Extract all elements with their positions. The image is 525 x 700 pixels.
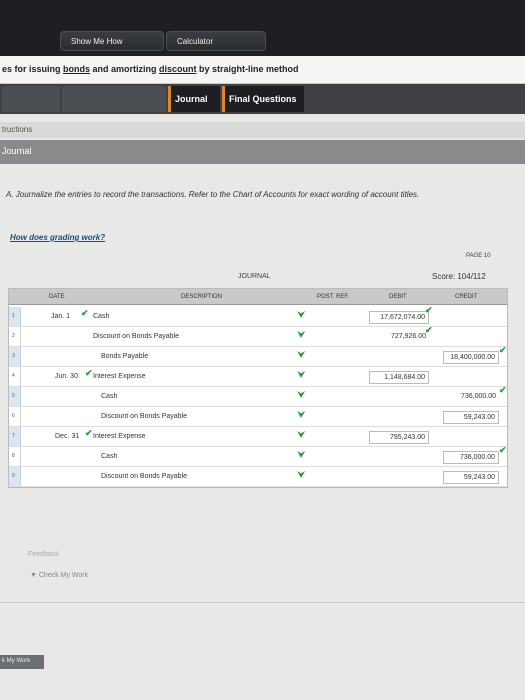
check-my-work-toggle[interactable]: ▼ Check My Work <box>30 572 88 579</box>
description-cell[interactable]: Cash <box>93 313 109 320</box>
top-toolbar: Show Me How Calculator <box>0 0 525 56</box>
credit-input[interactable] <box>443 371 499 384</box>
page-number: PAGE 10 <box>466 253 491 259</box>
debit-input[interactable] <box>369 411 429 424</box>
chevron-down-icon[interactable]: ⮟ <box>297 391 306 401</box>
table-row: 4 Jun. 30 ✔ Interest Expense ⮟ 1,148,684… <box>9 367 507 387</box>
credit-input[interactable]: 736,000.00 <box>443 451 499 464</box>
row-number: 9 <box>9 467 21 486</box>
tab-journal[interactable]: Journal <box>168 86 220 112</box>
title-prefix: es for issuing <box>2 64 64 74</box>
journal-title: JOURNAL <box>238 273 271 280</box>
debit-input[interactable]: 795,243.00 <box>369 431 429 444</box>
debit-input[interactable] <box>369 351 429 364</box>
chevron-down-icon[interactable]: ⮟ <box>297 431 306 441</box>
chevron-down-icon[interactable]: ⮟ <box>297 351 306 361</box>
check-icon: ✔ <box>85 428 93 438</box>
check-icon: ✔ <box>81 308 89 318</box>
row-number: 4 <box>9 367 21 386</box>
debit-input[interactable]: 727,926.00 <box>369 331 429 344</box>
description-cell[interactable]: Bonds Payable <box>101 353 148 360</box>
credit-input[interactable] <box>443 311 499 324</box>
check-my-work-button[interactable]: k My Work <box>0 655 44 669</box>
chevron-down-icon[interactable]: ⮟ <box>297 451 306 461</box>
debit-input[interactable] <box>369 451 429 464</box>
assignment-title: es for issuing bonds and amortizing disc… <box>2 64 299 74</box>
date-cell[interactable]: Jun. 30 <box>55 373 78 380</box>
calculator-button[interactable]: Calculator <box>166 31 266 51</box>
row-number: 2 <box>9 327 21 346</box>
debit-input[interactable] <box>369 391 429 404</box>
chevron-down-icon[interactable]: ⮟ <box>297 471 306 481</box>
credit-input[interactable]: 59,243.00 <box>443 411 499 424</box>
journal-instruction: A. Journalize the entries to record the … <box>6 190 420 199</box>
journal-table: DATE DESCRIPTION POST. REF. DEBIT CREDIT… <box>8 288 508 488</box>
credit-input[interactable] <box>443 431 499 444</box>
divider <box>0 602 525 603</box>
title-discount-link[interactable]: discount <box>159 64 197 74</box>
row-number: 6 <box>9 407 21 426</box>
check-icon: ✔ <box>499 385 507 395</box>
column-credit: CREDIT <box>455 294 478 300</box>
chevron-down-icon[interactable]: ⮟ <box>297 311 306 321</box>
credit-input[interactable]: 736,000.00 <box>443 391 499 404</box>
description-cell[interactable]: Discount on Bonds Payable <box>101 413 187 420</box>
description-cell[interactable]: Cash <box>101 453 117 460</box>
assignment-title-bar: es for issuing bonds and amortizing disc… <box>0 56 525 84</box>
debit-input[interactable]: 1,148,684.00 <box>369 371 429 384</box>
table-row: 7 Dec. 31 ✔ Interest Expense ⮟ 795,243.0… <box>9 427 507 447</box>
row-number: 8 <box>9 447 21 466</box>
instructions-section-header[interactable]: tructions <box>0 122 525 138</box>
table-row: 1 Jan. 1 ✔ Cash ⮟ 17,672,074.00 ✔ <box>9 305 507 327</box>
tab-chart-of-accounts[interactable] <box>62 86 166 112</box>
check-icon: ✔ <box>425 325 433 335</box>
column-debit: DEBIT <box>389 294 407 300</box>
credit-input[interactable]: 18,400,000.00 <box>443 351 499 364</box>
journal-table-header: DATE DESCRIPTION POST. REF. DEBIT CREDIT <box>9 289 507 305</box>
column-description: DESCRIPTION <box>181 294 223 300</box>
date-cell[interactable]: Jan. 1 <box>51 313 70 320</box>
feedback-label: Feedback <box>28 551 59 558</box>
description-cell[interactable]: Interest Expense <box>93 433 146 440</box>
debit-input[interactable]: 17,672,074.00 <box>369 311 429 324</box>
chevron-down-icon[interactable]: ⮟ <box>297 371 306 381</box>
check-icon: ✔ <box>499 445 507 455</box>
title-suffix: by straight-line method <box>196 64 299 74</box>
tab-instructions[interactable] <box>2 86 60 112</box>
tab-bar: Journal Final Questions <box>0 84 525 114</box>
column-post-ref: POST. REF. <box>317 294 350 300</box>
credit-input[interactable] <box>443 331 499 344</box>
table-row: 8 Cash ⮟ 736,000.00 ✔ <box>9 445 507 467</box>
chevron-down-icon[interactable]: ⮟ <box>297 331 306 341</box>
row-number: 5 <box>9 387 21 406</box>
description-cell[interactable]: Discount on Bonds Payable <box>93 333 179 340</box>
show-me-how-button[interactable]: Show Me How <box>60 31 164 51</box>
table-row: 2 Discount on Bonds Payable ⮟ 727,926.00… <box>9 325 507 347</box>
title-bonds-link[interactable]: bonds <box>63 64 90 74</box>
description-cell[interactable]: Discount on Bonds Payable <box>101 473 187 480</box>
table-row: 9 Discount on Bonds Payable ⮟ 59,243.00 <box>9 467 507 487</box>
grading-help-link[interactable]: How does grading work? <box>10 233 105 242</box>
debit-input[interactable] <box>369 471 429 484</box>
row-number: 3 <box>9 347 21 366</box>
description-cell[interactable]: Interest Expense <box>93 373 146 380</box>
description-cell[interactable]: Cash <box>101 393 117 400</box>
table-row: 3 Bonds Payable ⮟ 18,400,000.00 ✔ <box>9 345 507 367</box>
title-middle: and amortizing <box>90 64 160 74</box>
date-cell[interactable]: Dec. 31 <box>55 433 79 440</box>
table-row: 6 Discount on Bonds Payable ⮟ 59,243.00 <box>9 407 507 427</box>
score-label: Score: 104/112 <box>432 272 486 281</box>
row-number: 1 <box>9 307 21 326</box>
table-row: 5 Cash ⮟ 736,000.00 ✔ <box>9 385 507 407</box>
row-number: 7 <box>9 427 21 446</box>
tab-final-questions[interactable]: Final Questions <box>222 86 304 112</box>
check-icon: ✔ <box>85 368 93 378</box>
check-icon: ✔ <box>499 345 507 355</box>
chevron-down-icon[interactable]: ⮟ <box>297 411 306 421</box>
check-icon: ✔ <box>425 305 433 315</box>
journal-section-header: Journal <box>0 140 525 164</box>
column-date: DATE <box>49 294 65 300</box>
credit-input[interactable]: 59,243.00 <box>443 471 499 484</box>
